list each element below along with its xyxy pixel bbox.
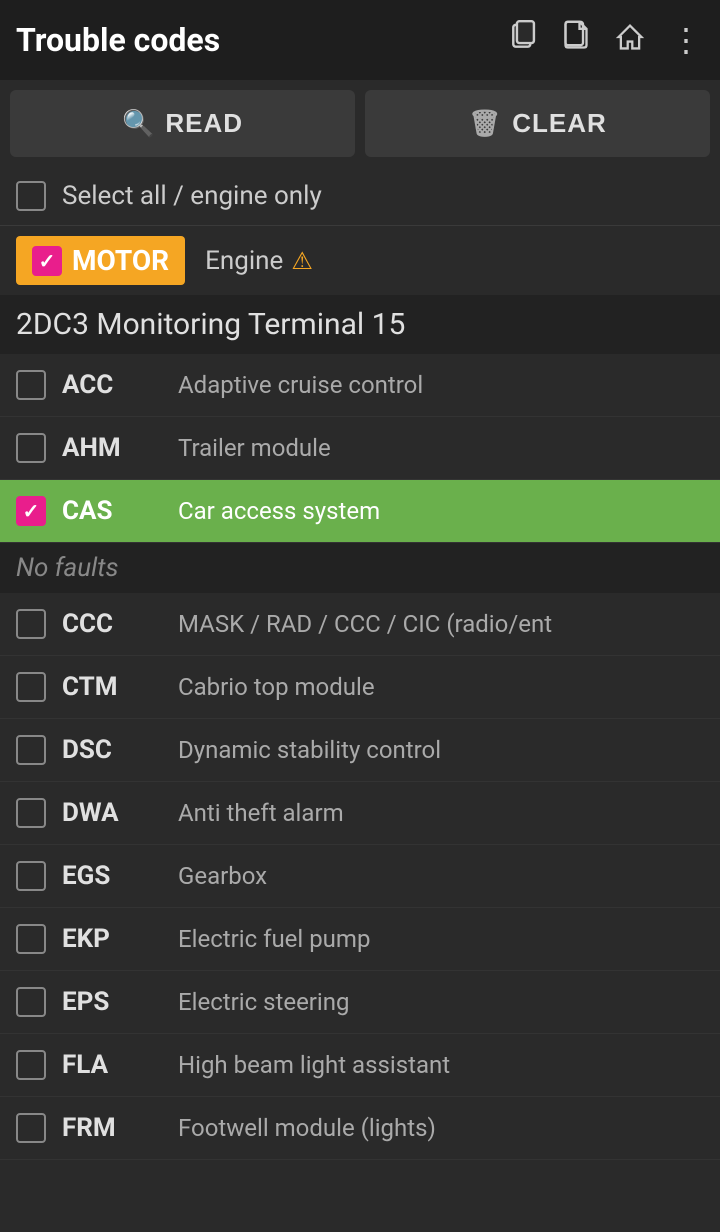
engine-text: Engine [205,246,283,276]
item-desc-ahm: Trailer module [178,434,704,462]
item-desc-ctm: Cabrio top module [178,673,704,701]
cas-checkbox[interactable] [16,496,46,526]
toolbar: 🔍 READ 🗑 CLEAR [0,80,720,167]
motor-label: MOTOR [72,244,169,277]
item-code-cas: CAS [62,496,162,526]
list-item[interactable]: AHM Trailer module [0,417,720,480]
item-desc-fla: High beam light assistant [178,1051,704,1079]
list-item[interactable]: DWA Anti theft alarm [0,782,720,845]
clear-label: CLEAR [512,108,607,139]
item-code-ctm: CTM [62,672,162,702]
engine-label: Engine ⚠ [205,246,313,276]
item-code-ahm: AHM [62,433,162,463]
item-code-ekp: EKP [62,924,162,954]
document-icon[interactable] [562,20,590,61]
acc-checkbox[interactable] [16,370,46,400]
item-code-dsc: DSC [62,735,162,765]
list-item[interactable]: DSC Dynamic stability control [0,719,720,782]
list-item[interactable]: CTM Cabrio top module [0,656,720,719]
motor-badge: MOTOR [16,236,185,285]
read-label: READ [165,108,243,139]
item-code-fla: FLA [62,1050,162,1080]
motor-row[interactable]: MOTOR Engine ⚠ [0,226,720,295]
ccc-checkbox[interactable] [16,609,46,639]
item-code-dwa: DWA [62,798,162,828]
item-desc-egs: Gearbox [178,862,704,890]
dwa-checkbox[interactable] [16,798,46,828]
frm-checkbox[interactable] [16,1113,46,1143]
page-title: Trouble codes [16,21,508,59]
item-code-eps: EPS [62,987,162,1017]
more-icon[interactable]: ⋮ [670,21,704,59]
item-code-acc: ACC [62,370,162,400]
copy-icon[interactable] [508,20,538,61]
list-item[interactable]: ACC Adaptive cruise control [0,354,720,417]
search-icon: 🔍 [122,108,155,139]
item-desc-cas: Car access system [178,497,704,525]
home-icon[interactable] [614,20,646,61]
item-desc-ccc: MASK / RAD / CCC / CIC (radio/ent [178,610,704,638]
item-desc-acc: Adaptive cruise control [178,371,704,399]
select-all-label: Select all / engine only [62,181,322,211]
motor-checkbox[interactable] [32,246,62,276]
read-button[interactable]: 🔍 READ [10,90,355,157]
eps-checkbox[interactable] [16,987,46,1017]
item-desc-ekp: Electric fuel pump [178,925,704,953]
dsc-checkbox[interactable] [16,735,46,765]
egs-checkbox[interactable] [16,861,46,891]
warning-icon: ⚠ [291,247,313,275]
item-code-egs: EGS [62,861,162,891]
select-all-checkbox[interactable] [16,181,46,211]
list-item[interactable]: EGS Gearbox [0,845,720,908]
header: Trouble codes ⋮ [0,0,720,80]
list-item[interactable]: FLA High beam light assistant [0,1034,720,1097]
list-item[interactable]: EPS Electric steering [0,971,720,1034]
no-faults-label: No faults [0,543,720,593]
list-item-cas[interactable]: CAS Car access system [0,480,720,543]
clear-button[interactable]: 🗑 CLEAR [365,90,710,157]
item-desc-eps: Electric steering [178,988,704,1016]
item-desc-dsc: Dynamic stability control [178,736,704,764]
item-code-ccc: CCC [62,609,162,639]
trash-icon: 🗑 [468,108,502,139]
header-icons: ⋮ [508,20,704,61]
item-code-frm: FRM [62,1113,162,1143]
list-item[interactable]: FRM Footwell module (lights) [0,1097,720,1160]
fla-checkbox[interactable] [16,1050,46,1080]
item-desc-frm: Footwell module (lights) [178,1114,704,1142]
list-item[interactable]: EKP Electric fuel pump [0,908,720,971]
ctm-checkbox[interactable] [16,672,46,702]
ahm-checkbox[interactable] [16,433,46,463]
section-heading: 2DC3 Monitoring Terminal 15 [0,295,720,354]
item-desc-dwa: Anti theft alarm [178,799,704,827]
list-item[interactable]: CCC MASK / RAD / CCC / CIC (radio/ent [0,593,720,656]
select-all-row[interactable]: Select all / engine only [0,167,720,226]
ekp-checkbox[interactable] [16,924,46,954]
